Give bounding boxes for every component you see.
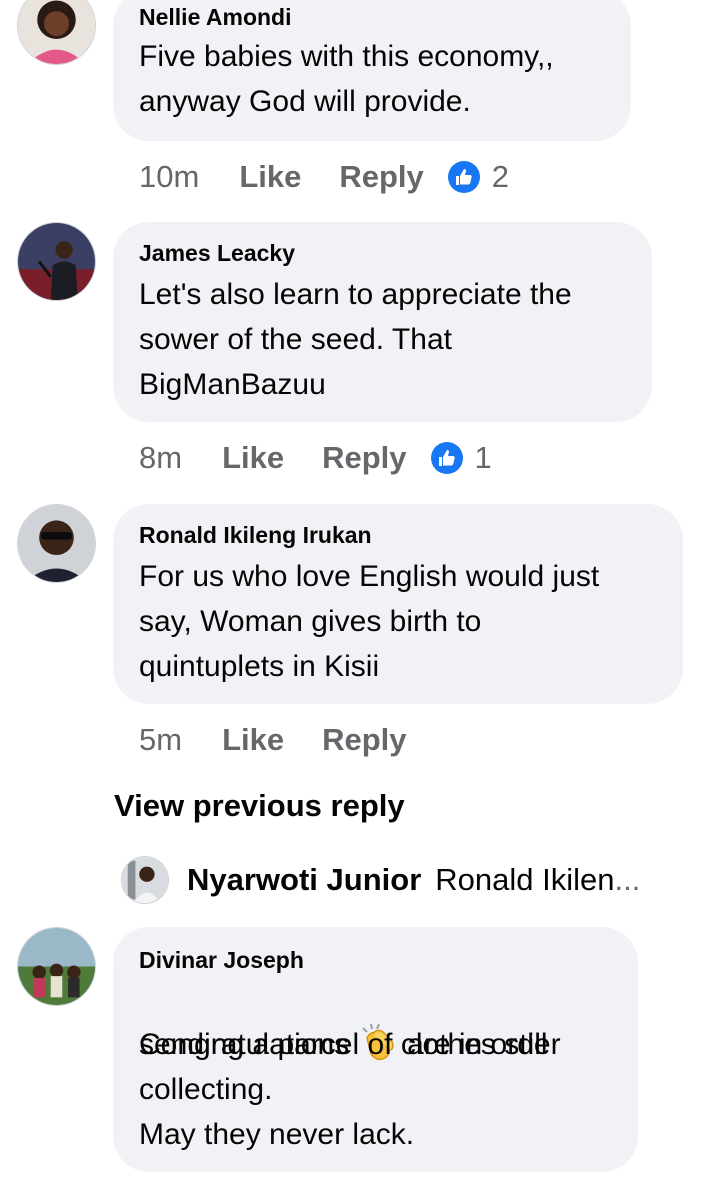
- timestamp[interactable]: 5m: [139, 722, 182, 758]
- comment-text-line: For us who love English would just: [139, 560, 600, 593]
- comment-author[interactable]: Divinar Joseph: [139, 947, 304, 974]
- reaction-count: 1: [474, 440, 492, 475]
- user-avatar-photo: [18, 505, 95, 582]
- reply-text: Ronald Ikilen: [435, 862, 615, 897]
- user-avatar-photo: [18, 928, 95, 1005]
- avatar[interactable]: [17, 222, 96, 301]
- comment-author[interactable]: Nellie Amondi: [139, 4, 292, 31]
- view-previous-reply-link[interactable]: View previous reply: [114, 788, 405, 824]
- comment-text-line: collecting.: [139, 1073, 273, 1106]
- comment-bubble: Ronald Ikileng Irukan For us who love En…: [113, 504, 683, 704]
- reply-ellipsis: ...: [614, 862, 641, 897]
- reply-button[interactable]: Reply: [322, 440, 406, 476]
- comment-text-line: sending a parcel of clothes still: [139, 1028, 548, 1061]
- comment-text-line: say, Woman gives birth to: [139, 605, 482, 638]
- like-reaction-icon: [447, 161, 480, 193]
- comment-actions: 10m Like Reply 2: [139, 157, 509, 197]
- comment-text-line: anyway God will provide.: [139, 85, 471, 118]
- like-button[interactable]: Like: [239, 159, 301, 195]
- comment-actions: 8m Like Reply 1: [139, 438, 492, 478]
- reply-button[interactable]: Reply: [339, 159, 423, 195]
- avatar[interactable]: [17, 927, 96, 1006]
- avatar[interactable]: [17, 504, 96, 583]
- timestamp[interactable]: 10m: [139, 159, 199, 195]
- reaction-summary[interactable]: 2: [447, 159, 510, 195]
- comment-text-line: sower of the seed. That: [139, 323, 452, 356]
- reaction-count: 2: [491, 159, 510, 194]
- comment-text-line: Let's also learn to appreciate the: [139, 278, 572, 311]
- avatar: [121, 856, 169, 904]
- comment-author[interactable]: James Leacky: [139, 240, 295, 267]
- comment-text-line: May they never lack.: [139, 1118, 415, 1151]
- comment-bubble: James Leacky Let's also learn to appreci…: [113, 222, 652, 422]
- reply-button[interactable]: Reply: [322, 722, 406, 758]
- comment-text-line: Five babies with this economy,,: [139, 40, 554, 73]
- reply-preview[interactable]: Nyarwoti Junior Ronald Ikilen ...: [121, 856, 640, 904]
- comment-text-line: quintuplets in Kisii: [139, 650, 380, 683]
- user-avatar-photo: [122, 857, 168, 903]
- reaction-summary[interactable]: 1: [430, 440, 492, 476]
- user-avatar-photo: [18, 223, 95, 300]
- like-button[interactable]: Like: [222, 722, 284, 758]
- comment-text-line: BigManBazuu: [139, 368, 326, 401]
- like-button[interactable]: Like: [222, 440, 284, 476]
- reply-author[interactable]: Nyarwoti Junior: [187, 862, 421, 898]
- comment-bubble: Nellie Amondi Five babies with this econ…: [113, 0, 631, 141]
- like-reaction-icon: [430, 442, 463, 474]
- timestamp[interactable]: 8m: [139, 440, 182, 476]
- comment-author[interactable]: Ronald Ikileng Irukan: [139, 522, 372, 549]
- user-avatar-photo: [18, 0, 95, 64]
- comment-actions: 5m Like Reply: [139, 720, 407, 760]
- comment-bubble: Divinar Joseph Congratulations are in or…: [113, 927, 638, 1172]
- avatar[interactable]: [17, 0, 96, 65]
